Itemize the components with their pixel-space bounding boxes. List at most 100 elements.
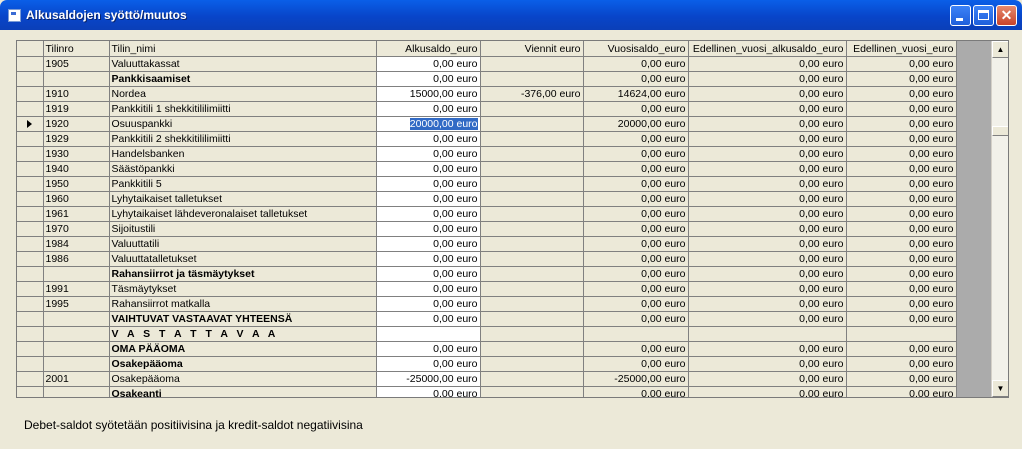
row-selector[interactable] xyxy=(17,326,44,342)
grid-header-row: Tilinro Tilin_nimi Alkusaldo_euro Viennit e… xyxy=(17,41,957,57)
row-selector[interactable] xyxy=(17,236,44,252)
opening-balance-cell[interactable]: 0,00 euro xyxy=(376,266,481,282)
row-selector[interactable] xyxy=(17,386,44,397)
prev-year-opening-cell: 0,00 euro xyxy=(688,131,847,147)
table-row[interactable]: 1991 Täsmäytykset 0,00 euro 0,00 euro 0,00 e… xyxy=(17,281,957,297)
maximize-button[interactable] xyxy=(973,5,994,26)
row-selector[interactable] xyxy=(17,341,44,357)
row-selector[interactable] xyxy=(17,371,44,387)
account-name-cell: Pankkisaamiset xyxy=(109,71,377,87)
opening-balance-cell[interactable]: 0,00 euro xyxy=(376,281,481,297)
table-row[interactable]: Osakeanti 0,00 euro 0,00 euro 0,00 euro 0,00… xyxy=(17,386,957,397)
account-name-cell: Valuuttatili xyxy=(109,236,377,252)
row-selector[interactable] xyxy=(17,176,44,192)
table-row[interactable]: Rahansiirrot ja täsmäytykset 0,00 euro 0,0… xyxy=(17,266,957,282)
entries-cell xyxy=(480,176,584,192)
selected-value[interactable]: 20000,00 euro xyxy=(409,118,478,130)
table-row[interactable]: Pankkisaamiset 0,00 euro 0,00 euro 0,00 eur… xyxy=(17,71,957,87)
opening-balance-cell[interactable]: 0,00 euro xyxy=(376,221,481,237)
minimize-button[interactable] xyxy=(950,5,971,26)
opening-balance-cell[interactable]: 0,00 euro xyxy=(376,101,481,117)
row-selector[interactable] xyxy=(17,221,44,237)
row-selector[interactable] xyxy=(17,56,44,72)
app-icon[interactable] xyxy=(8,9,21,22)
table-row[interactable]: Osakepääoma 0,00 euro 0,00 euro 0,00 euro 0,… xyxy=(17,356,957,372)
opening-balance-cell[interactable]: 15000,00 euro xyxy=(376,86,481,102)
opening-balance-cell[interactable]: -25000,00 euro xyxy=(376,371,481,387)
opening-balance-cell[interactable]: 0,00 euro xyxy=(376,146,481,162)
table-row[interactable]: 1929 Pankkitili 2 shekkitililimiitti 0,00 … xyxy=(17,131,957,147)
year-balance-cell: 0,00 euro xyxy=(583,281,689,297)
table-row[interactable]: 1970 Sijoitustili 0,00 euro 0,00 euro 0,00 e… xyxy=(17,221,957,237)
column-header[interactable]: Tilin_nimi xyxy=(109,41,377,57)
scroll-down-button[interactable]: ▼ xyxy=(992,380,1008,397)
vertical-scrollbar[interactable]: ▲ ▼ xyxy=(991,41,1008,397)
row-selector[interactable] xyxy=(17,251,44,267)
row-selector[interactable] xyxy=(17,296,44,312)
opening-balance-cell[interactable]: 0,00 euro xyxy=(376,311,481,327)
account-number-cell: 1991 xyxy=(43,281,110,297)
table-row[interactable]: 1986 Valuuttatalletukset 0,00 euro 0,00 eur… xyxy=(17,251,957,267)
table-row[interactable]: 1940 Säästöpankki 0,00 euro 0,00 euro 0,00 e… xyxy=(17,161,957,177)
table-row[interactable]: 1960 Lyhytaikaiset talletukset 0,00 euro 0,… xyxy=(17,191,957,207)
table-row[interactable]: OMA PÄÄOMA 0,00 euro 0,00 euro 0,00 euro 0,0… xyxy=(17,341,957,357)
row-selector[interactable] xyxy=(17,131,44,147)
row-selector[interactable] xyxy=(17,191,44,207)
row-selector[interactable] xyxy=(17,71,44,87)
column-header[interactable]: Viennit euro xyxy=(480,41,584,57)
opening-balance-cell[interactable]: 0,00 euro xyxy=(376,161,481,177)
column-header[interactable]: Edellinen_vuosi_euro xyxy=(846,41,957,57)
year-balance-cell: 0,00 euro xyxy=(583,296,689,312)
row-selector[interactable] xyxy=(17,116,44,132)
entries-cell xyxy=(480,326,584,342)
table-row[interactable]: 1950 Pankkitili 5 0,00 euro 0,00 euro 0,00 e… xyxy=(17,176,957,192)
table-row[interactable]: 1919 Pankkitili 1 shekkitililimiitti 0,00 … xyxy=(17,101,957,117)
data-grid[interactable]: Tilinro Tilin_nimi Alkusaldo_euro Viennit e… xyxy=(16,40,1009,398)
opening-balance-cell[interactable]: 0,00 euro xyxy=(376,386,481,397)
row-selector[interactable] xyxy=(17,266,44,282)
row-selector[interactable] xyxy=(17,86,44,102)
account-name-cell: VAIHTUVAT VASTAAVAT YHTEENSÄ xyxy=(109,311,377,327)
opening-balance-cell[interactable]: 0,00 euro xyxy=(376,356,481,372)
table-row[interactable]: 1905 Valuuttakassat 0,00 euro 0,00 euro 0,00… xyxy=(17,56,957,72)
year-balance-cell: 0,00 euro xyxy=(583,146,689,162)
scroll-up-button[interactable]: ▲ xyxy=(992,41,1008,58)
table-row[interactable]: 1910 Nordea 15000,00 euro -376,00 euro 14624… xyxy=(17,86,957,102)
close-button[interactable]: ✕ xyxy=(996,5,1017,26)
row-selector[interactable] xyxy=(17,356,44,372)
opening-balance-cell[interactable]: 0,00 euro xyxy=(376,251,481,267)
row-selector[interactable] xyxy=(17,311,44,327)
column-header[interactable]: Vuosisaldo_euro xyxy=(583,41,689,57)
column-header[interactable]: Edellinen_vuosi_alkusaldo_euro xyxy=(688,41,847,57)
prev-year-opening-cell: 0,00 euro xyxy=(688,371,847,387)
opening-balance-cell[interactable]: 0,00 euro xyxy=(376,131,481,147)
table-row[interactable]: 1961 Lyhytaikaiset lähdeveronalaiset tall… xyxy=(17,206,957,222)
column-header[interactable]: Tilinro xyxy=(43,41,110,57)
title-bar[interactable]: Alkusaldojen syöttö/muutos ✕ xyxy=(0,0,1022,30)
opening-balance-cell[interactable]: 0,00 euro xyxy=(376,341,481,357)
opening-balance-cell[interactable]: 0,00 euro xyxy=(376,296,481,312)
opening-balance-cell[interactable]: 0,00 euro xyxy=(376,191,481,207)
table-row[interactable]: VAIHTUVAT VASTAAVAT YHTEENSÄ 0,00 euro 0,0… xyxy=(17,311,957,327)
column-header[interactable]: Alkusaldo_euro xyxy=(376,41,481,57)
account-name-cell: Valuuttakassat xyxy=(109,56,377,72)
row-selector[interactable] xyxy=(17,206,44,222)
opening-balance-cell[interactable]: 20000,00 euro xyxy=(376,116,481,132)
opening-balance-cell[interactable]: 0,00 euro xyxy=(376,176,481,192)
table-row[interactable]: V A S T A T T A V A A xyxy=(17,326,957,342)
scroll-thumb[interactable] xyxy=(992,126,1008,136)
opening-balance-cell[interactable]: 0,00 euro xyxy=(376,236,481,252)
opening-balance-cell[interactable]: 0,00 euro xyxy=(376,56,481,72)
table-row[interactable]: 1930 Handelsbanken 0,00 euro 0,00 euro 0,00 … xyxy=(17,146,957,162)
row-selector[interactable] xyxy=(17,281,44,297)
table-row[interactable]: 1984 Valuuttatili 0,00 euro 0,00 euro 0,00 e… xyxy=(17,236,957,252)
row-selector[interactable] xyxy=(17,101,44,117)
row-selector[interactable] xyxy=(17,161,44,177)
opening-balance-cell[interactable]: 0,00 euro xyxy=(376,206,481,222)
opening-balance-cell[interactable]: 0,00 euro xyxy=(376,71,481,87)
table-row[interactable]: 2001 Osakepääoma -25000,00 euro -25000,00 e… xyxy=(17,371,957,387)
row-selector[interactable] xyxy=(17,146,44,162)
table-row[interactable]: 1920 Osuuspankki 20000,00 euro 20000,00 eur… xyxy=(17,116,957,132)
table-row[interactable]: 1995 Rahansiirrot matkalla 0,00 euro 0,00 e… xyxy=(17,296,957,312)
opening-balance-cell[interactable] xyxy=(376,326,481,342)
